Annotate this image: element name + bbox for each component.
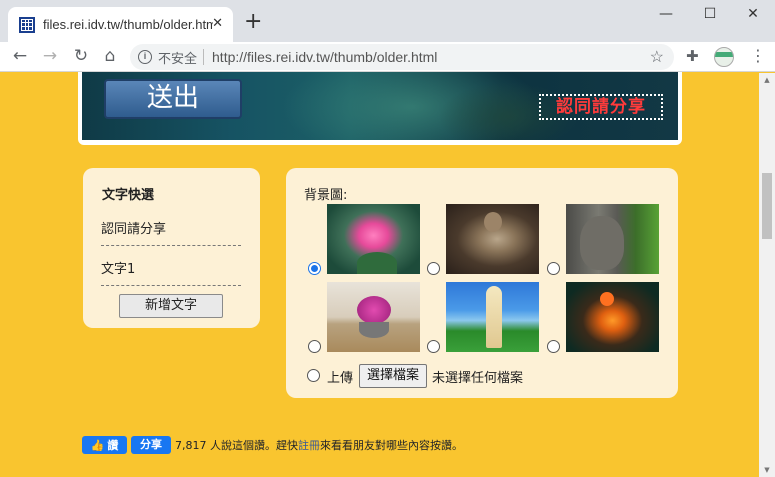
background-radio-flower-bowl[interactable]	[308, 340, 321, 353]
submit-button[interactable]: 送出	[104, 79, 242, 119]
upload-label: 上傳	[327, 370, 354, 386]
preview-banner: 送出 認同請分享	[78, 72, 682, 145]
reload-button[interactable]: ↻	[70, 45, 92, 67]
upload-row: 上傳 選擇檔案 未選擇任何檔案	[307, 364, 523, 388]
register-link[interactable]: 註冊	[298, 439, 320, 452]
scroll-up-arrow[interactable]: ▲	[762, 76, 772, 84]
text-item[interactable]: 認同請分享	[101, 206, 241, 246]
back-button[interactable]: ←	[9, 45, 31, 67]
no-file-text: 未選擇任何檔案	[432, 370, 524, 386]
browser-tab[interactable]: files.rei.idv.tw/thumb/older.html ✕	[8, 7, 233, 42]
facebook-share-button[interactable]: 分享	[131, 436, 171, 454]
scroll-down-arrow[interactable]: ▼	[762, 466, 772, 474]
close-tab-icon[interactable]: ✕	[212, 16, 223, 32]
tab-bar: files.rei.idv.tw/thumb/older.html ✕ + — …	[0, 0, 775, 42]
star-icon[interactable]: ☆	[650, 47, 664, 67]
browser-toolbar: ← → ↻ ⌂ i 不安全 http://files.rei.idv.tw/th…	[0, 42, 775, 72]
minimize-button[interactable]: —	[656, 4, 676, 24]
buddha-thumbnail[interactable]	[446, 204, 539, 274]
text-item[interactable]: 文字1	[101, 246, 241, 286]
lotus-thumbnail[interactable]	[327, 204, 420, 274]
flower-bowl-thumbnail[interactable]	[327, 282, 420, 352]
text-quick-select-panel: 文字快選 認同請分享 文字1 新增文字	[83, 168, 260, 328]
background-radio-guanyin[interactable]	[427, 340, 440, 353]
background-radio-buddha[interactable]	[427, 262, 440, 275]
facebook-like-button[interactable]: 👍 讚	[82, 436, 127, 454]
profile-icon[interactable]	[714, 47, 734, 67]
home-button[interactable]: ⌂	[99, 45, 121, 67]
scrollbar-track[interactable]	[759, 73, 775, 477]
scrollbar-thumb[interactable]	[762, 173, 772, 239]
address-bar[interactable]: i 不安全 http://files.rei.idv.tw/thumb/olde…	[130, 44, 674, 70]
guanyin-thumbnail[interactable]	[446, 282, 539, 352]
add-text-button[interactable]: 新增文字	[119, 294, 223, 318]
background-label: 背景圖:	[304, 188, 348, 203]
choose-file-button[interactable]: 選擇檔案	[359, 364, 428, 388]
thumbs-up-icon: 👍	[90, 438, 105, 452]
facebook-like-row: 👍 讚 分享 7,817 人說這個讚。趕快註冊來看看朋友對哪些內容按讚。	[82, 436, 463, 454]
grid-favicon-icon	[19, 16, 35, 33]
stone-face-thumbnail[interactable]	[566, 204, 659, 274]
menu-icon[interactable]: ⋮	[750, 46, 766, 66]
background-radio-stone-face[interactable]	[547, 262, 560, 275]
background-radio-upload[interactable]	[307, 369, 320, 382]
background-radio-lotus[interactable]	[308, 262, 321, 275]
maximize-button[interactable]: ☐	[700, 4, 720, 24]
background-radio-gourd[interactable]	[547, 340, 560, 353]
security-label[interactable]: 不安全	[158, 48, 197, 67]
gourd-thumbnail[interactable]	[566, 282, 659, 352]
like-label: 讚	[107, 439, 119, 452]
background-panel: 背景圖: 上傳 選擇檔案 未選擇任何檔案	[286, 168, 678, 398]
omnibox-divider	[203, 49, 205, 65]
preview-image: 送出 認同請分享	[82, 72, 678, 140]
new-tab-button[interactable]: +	[244, 11, 262, 33]
extensions-icon[interactable]: ✚	[686, 47, 699, 65]
share-stamp-text: 認同請分享	[539, 94, 663, 120]
like-count-text: 7,817 人說這個讚。趕快註冊來看看朋友對哪些內容按讚。	[175, 439, 463, 452]
text-panel-title: 文字快選	[102, 188, 155, 203]
tab-title: files.rei.idv.tw/thumb/older.html	[43, 17, 213, 32]
forward-button[interactable]: →	[39, 45, 61, 67]
close-window-button[interactable]: ✕	[743, 4, 763, 24]
url-text[interactable]: http://files.rei.idv.tw/thumb/older.html	[212, 49, 437, 65]
info-icon[interactable]: i	[138, 50, 152, 64]
